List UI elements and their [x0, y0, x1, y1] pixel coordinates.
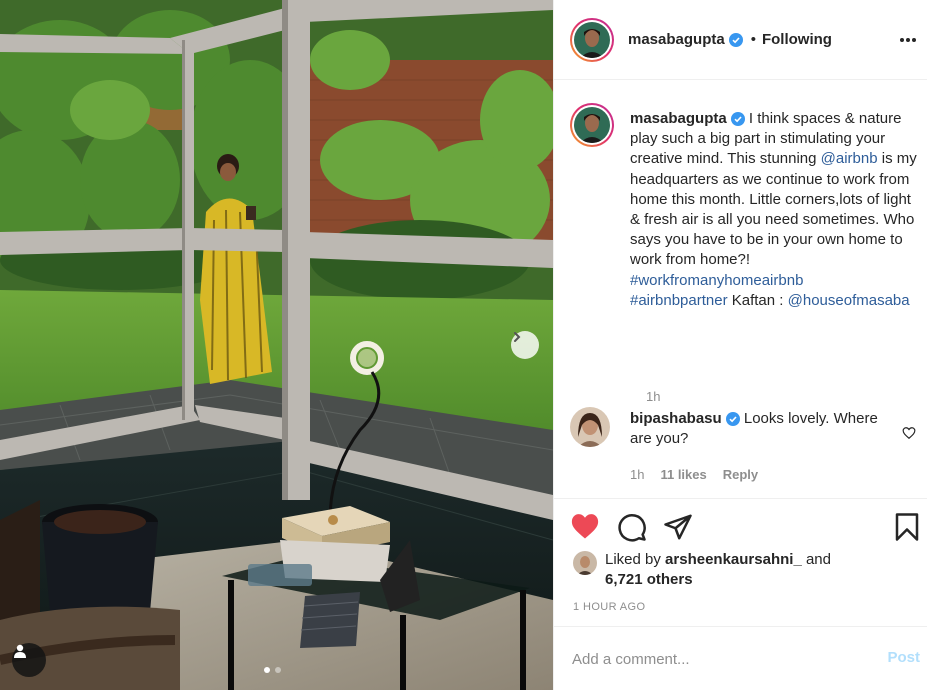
comment-like-heart-icon[interactable] — [902, 426, 916, 440]
post-image[interactable] — [0, 0, 553, 690]
post-timestamp[interactable]: 1 HOUR AGO — [573, 601, 645, 613]
post-header: masabagupta • Following — [554, 0, 927, 80]
verified-badge-icon — [725, 412, 740, 426]
caption-body: is my headquarters as we continue to wor… — [630, 150, 917, 269]
user-tag-icon — [14, 644, 26, 658]
comment-meta: 1h 11 likes Reply — [630, 467, 758, 482]
author-avatar[interactable] — [570, 17, 614, 62]
liked-by-and: and — [801, 551, 831, 568]
user-tags-button[interactable] — [12, 643, 46, 677]
liked-by-prefix: Liked by — [605, 551, 666, 568]
caption-text: masabagupta I think spaces & nature play… — [630, 109, 920, 311]
caption-time[interactable]: 1h — [646, 389, 660, 404]
more-options-icon[interactable] — [898, 30, 918, 50]
next-image-button[interactable] — [511, 331, 539, 359]
carousel-dot-active — [264, 667, 270, 673]
comment-text: bipashabasu Looks lovely. Where are you? — [630, 409, 880, 449]
post-comment-button[interactable]: Post — [887, 649, 920, 666]
carousel-dot — [275, 667, 281, 673]
header-separator: • — [750, 31, 756, 48]
caption-username[interactable]: masabagupta — [630, 110, 727, 127]
avatar-image — [574, 107, 610, 143]
carousel-indicator — [264, 667, 281, 673]
avatar-image — [574, 21, 610, 58]
heart-icon[interactable] — [570, 512, 600, 540]
hashtag-airbnbpartner[interactable]: #airbnbpartner — [630, 292, 728, 309]
add-comment-bar: Post — [554, 626, 927, 690]
mention-airbnb[interactable]: @airbnb — [821, 150, 878, 167]
verified-badge-icon — [728, 32, 743, 47]
comment-icon[interactable] — [617, 512, 647, 542]
following-button[interactable]: Following — [762, 31, 832, 48]
post-photo-illustration — [0, 0, 553, 690]
hashtag-workfromanyhomeairbnb[interactable]: #workfromanyhomeairbnb — [630, 272, 803, 289]
others-likes-link[interactable]: 6,721 others — [605, 571, 693, 588]
mention-houseofmasaba[interactable]: @houseofmasaba — [788, 292, 910, 309]
avatar-image — [570, 407, 610, 447]
commenter-avatar[interactable] — [570, 407, 610, 447]
caption-body: Kaftan : — [727, 291, 788, 309]
liker-avatar[interactable] — [573, 551, 597, 575]
author-username[interactable]: masabagupta — [628, 31, 725, 48]
share-icon[interactable] — [663, 512, 693, 542]
bookmark-icon[interactable] — [894, 512, 920, 542]
likes-text: Liked by arsheenkaursahni_ and 6,721 othe… — [605, 550, 905, 590]
caption-author-avatar[interactable] — [570, 103, 614, 147]
next-arrow-icon — [514, 332, 521, 342]
add-comment-input[interactable] — [572, 647, 852, 671]
liker-username[interactable]: arsheenkaursahni_ — [665, 551, 802, 568]
comment-time[interactable]: 1h — [630, 467, 644, 482]
reply-button[interactable]: Reply — [723, 467, 758, 482]
comments-section[interactable]: masabagupta I think spaces & nature play… — [554, 81, 927, 499]
post-details-panel: masabagupta • Following masabagupta I th… — [553, 0, 927, 690]
action-bar — [554, 510, 927, 546]
commenter-username[interactable]: bipashabasu — [630, 410, 722, 427]
verified-badge-icon — [730, 112, 745, 126]
avatar-image — [573, 551, 597, 575]
comment-likes[interactable]: 11 likes — [660, 467, 706, 482]
